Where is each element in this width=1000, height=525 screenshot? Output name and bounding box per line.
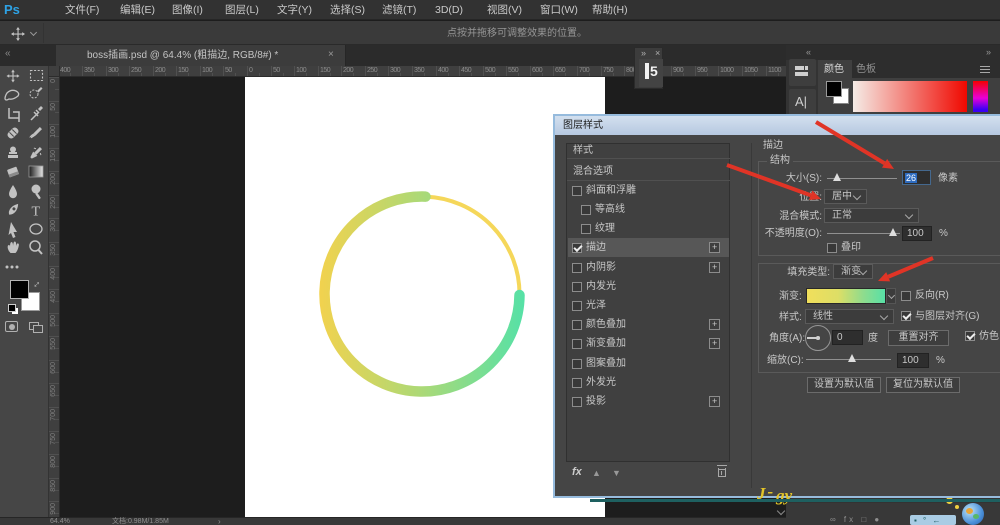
svg-text:T: T [32,205,41,220]
